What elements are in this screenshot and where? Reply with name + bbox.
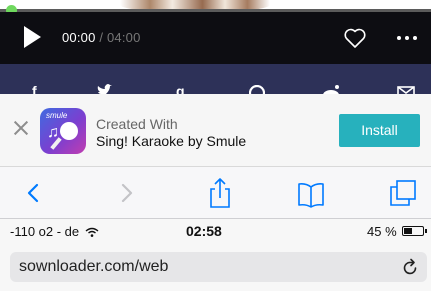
tabs-icon[interactable]	[388, 177, 418, 209]
battery-icon	[402, 226, 427, 236]
reload-icon[interactable]	[402, 258, 419, 276]
smart-app-banner: smule ♫ Created With Sing! Karaoke by Sm…	[0, 94, 431, 167]
chevron-left-icon[interactable]	[20, 177, 50, 209]
play-icon[interactable]	[24, 26, 41, 48]
clock: 02:58	[186, 223, 222, 239]
screen: 00:00 / 04:00 f g smule ♫ Created With S…	[0, 0, 431, 291]
url-text[interactable]: sownloader.com/web	[19, 258, 168, 276]
banner-subtitle: Created With	[96, 116, 178, 132]
carrier-text: -110 o2 - de	[10, 224, 80, 239]
time-display: 00:00 / 04:00	[62, 30, 141, 45]
current-time: 00:00	[62, 30, 96, 45]
book-icon[interactable]	[296, 177, 326, 209]
time-separator: /	[95, 30, 107, 45]
battery-percentage: 45 %	[367, 224, 397, 239]
more-icon[interactable]	[397, 36, 421, 40]
smule-app-icon[interactable]: smule ♫	[40, 108, 86, 154]
battery-nub	[425, 229, 427, 233]
share-bar: f g	[0, 64, 431, 101]
battery-level	[404, 228, 412, 234]
player-controls: 00:00 / 04:00	[0, 12, 431, 64]
close-icon[interactable]	[14, 121, 28, 135]
address-bar-container: sownloader.com/web	[0, 243, 431, 291]
heart-icon[interactable]	[343, 27, 367, 49]
wifi-icon	[85, 227, 99, 237]
install-button[interactable]: Install	[339, 114, 420, 147]
browser-toolbar	[0, 167, 431, 219]
share-icon[interactable]	[205, 177, 235, 209]
chevron-right-icon[interactable]	[112, 177, 142, 209]
microphone-icon	[60, 122, 78, 140]
app-icon-brand: smule	[46, 111, 68, 120]
status-bar: -110 o2 - de 02:58 45 %	[0, 219, 431, 243]
address-bar[interactable]: sownloader.com/web	[10, 252, 427, 282]
banner-app-name: Sing! Karaoke by Smule	[96, 133, 247, 149]
duration: 04:00	[106, 30, 141, 45]
carrier-label: -110 o2 - de	[10, 224, 99, 239]
